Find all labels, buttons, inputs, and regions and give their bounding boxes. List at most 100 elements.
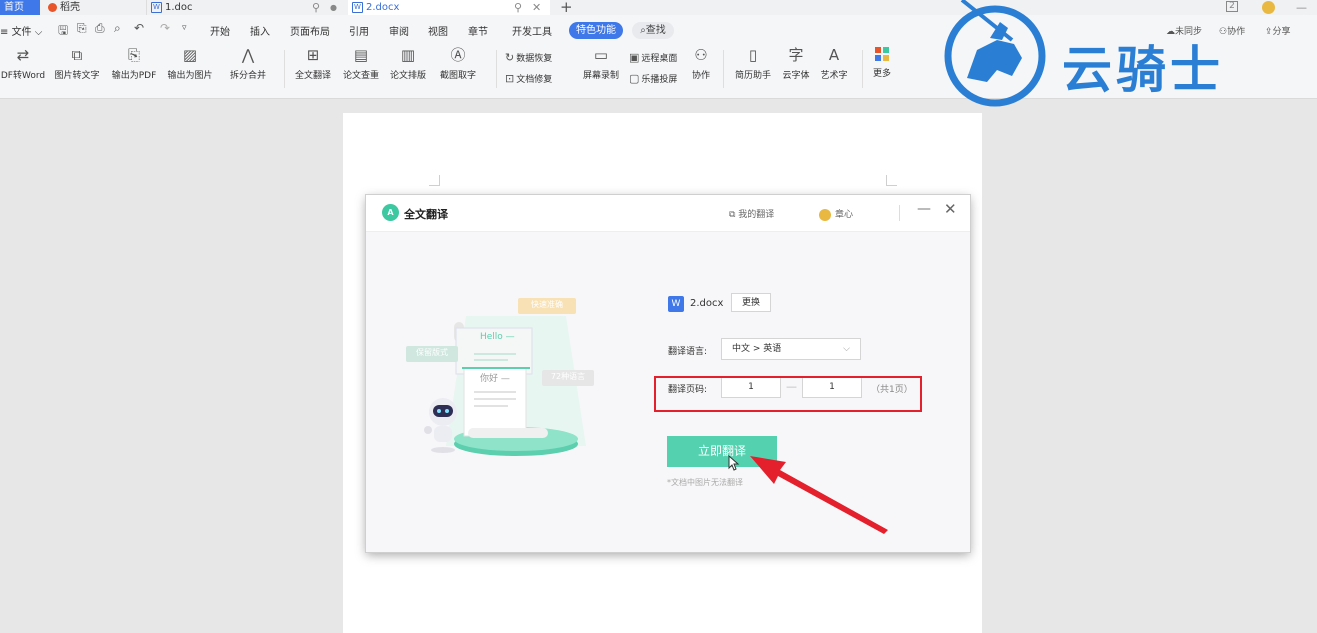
menu-chapter[interactable]: 章节: [468, 23, 488, 38]
paper-check-button[interactable]: ▤ 论文查重: [340, 46, 382, 81]
dialog-body: 快速准确 保留版式 72种语言 Hello — 你好 — W 2.docx 更换…: [366, 232, 970, 552]
cast-screen-label: 乐播投屏: [641, 75, 678, 85]
menu-review[interactable]: 审阅: [389, 23, 409, 38]
save-icon[interactable]: 🖫: [58, 21, 68, 42]
menu-start[interactable]: 开始: [210, 23, 230, 38]
watermark-text: 云骑士: [1062, 41, 1224, 99]
pdf-to-word-icon: ⇄: [16, 46, 30, 64]
cloud-font-button[interactable]: 字云字体: [780, 46, 812, 81]
screen-record-button[interactable]: ▭ 屏幕录制: [580, 46, 622, 81]
highlight-box: [654, 376, 922, 412]
user-account[interactable]: 章心: [819, 207, 853, 221]
image-to-text-button[interactable]: ⧉ 图片转文字: [52, 46, 102, 81]
avatar: [819, 208, 831, 221]
paper-layout-icon: ▥: [400, 46, 416, 64]
pdf-to-word-button[interactable]: ⇄ DF转Word: [0, 46, 46, 81]
customize-icon[interactable]: ▿: [182, 23, 187, 33]
full-translate-label: 全文翻译: [294, 71, 331, 81]
dialog-title: 全文翻译: [404, 208, 448, 221]
screen-record-label: 屏幕录制: [582, 71, 619, 81]
illustration-hello: Hello —: [480, 332, 515, 342]
badge-fast-accurate: 快速准确: [531, 300, 563, 309]
export-pdf-icon: ⎘: [127, 46, 140, 64]
collaborate-label: 协作: [691, 71, 710, 81]
tab-docer-label: 稻壳: [60, 2, 80, 13]
ribbon-separator: [496, 50, 497, 88]
menu-view[interactable]: 视图: [428, 23, 448, 38]
image-to-text-icon: ⧉: [71, 46, 83, 64]
art-text-icon: A: [828, 46, 840, 64]
resume-button[interactable]: ▯ 简历助手: [732, 46, 774, 81]
search-label: 查找: [645, 25, 666, 36]
menu-devtools[interactable]: 开发工具: [512, 23, 552, 38]
menu-layout[interactable]: 页面布局: [290, 23, 330, 38]
export-pdf-button[interactable]: ⎘ 输出为PDF: [109, 46, 159, 81]
file-menu[interactable]: ≡ 文件 ⌵: [0, 23, 42, 38]
cloud-font-icon: 字: [788, 46, 804, 64]
cast-icon: ▢: [629, 72, 640, 85]
paper-layout-button[interactable]: ▥ 论文排版: [387, 46, 429, 81]
my-translations-label: 我的翻译: [738, 210, 775, 220]
split-merge-button[interactable]: ⋀ 拆分合并: [222, 46, 274, 81]
tab-docer[interactable]: 稻壳: [44, 0, 144, 15]
tab-doc1-label: 1.doc: [165, 2, 193, 13]
ribbon-separator: [284, 50, 285, 88]
language-select[interactable]: 中文 > 英语 ⌵: [721, 338, 861, 360]
menu-reference[interactable]: 引用: [349, 23, 369, 38]
tab-special-features[interactable]: 特色功能: [569, 22, 623, 39]
page-corner-mark: [429, 175, 440, 186]
translate-logo-icon: A: [382, 204, 399, 221]
minimize-icon[interactable]: —: [917, 201, 931, 217]
remote-desktop-icon: ▣: [629, 51, 640, 64]
remote-desktop-button[interactable]: ▣ 远程桌面: [629, 51, 677, 64]
new-tab-button[interactable]: +: [560, 0, 573, 16]
data-recover-button[interactable]: ↻ 数据恢复: [505, 51, 552, 64]
tab-home[interactable]: 首页: [0, 0, 40, 15]
screenshot-ocr-button[interactable]: Ⓐ 截图取字: [434, 46, 482, 81]
export-icon[interactable]: ⎘: [77, 21, 87, 36]
change-file-button[interactable]: 更换: [731, 293, 771, 312]
paper-check-icon: ▤: [353, 46, 369, 64]
collaborate-button[interactable]: ⚇ 协作: [688, 46, 714, 81]
full-translate-button[interactable]: ⊞ 全文翻译: [292, 46, 334, 81]
translate-icon: ⊞: [306, 46, 320, 64]
export-image-button[interactable]: ▨ 输出为图片: [165, 46, 215, 81]
cast-screen-button[interactable]: ▢ 乐播投屏: [629, 72, 677, 85]
user-name: 章心: [835, 210, 854, 220]
screen-record-icon: ▭: [593, 46, 609, 64]
resume-icon: ▯: [748, 46, 758, 64]
doc-repair-button[interactable]: ⊡ 文档修复: [505, 72, 552, 85]
menu-insert[interactable]: 插入: [250, 23, 270, 38]
more-apps-icon: [875, 47, 889, 61]
export-image-icon: ▨: [182, 46, 198, 64]
paper-layout-label: 论文排版: [389, 71, 426, 81]
redo-icon[interactable]: ↷: [160, 21, 170, 35]
search-button[interactable]: ⌕查找: [632, 22, 674, 39]
print-icon[interactable]: ⎙: [95, 21, 105, 36]
translate-note: *文档中图片无法翻译: [667, 478, 743, 487]
ribbon-separator: [862, 50, 863, 88]
undo-icon[interactable]: ↶: [134, 21, 144, 35]
word-file-icon: W: [668, 296, 684, 312]
dialog-header: A 全文翻译 ⧉ 我的翻译 章心 — ✕: [366, 195, 970, 232]
pdf-to-word-label: DF转Word: [0, 71, 46, 81]
chevron-down-icon: ⌵: [843, 344, 850, 354]
export-pdf-label: 输出为PDF: [111, 71, 157, 81]
screenshot-ocr-icon: Ⓐ: [450, 46, 466, 64]
full-translate-dialog: A 全文翻译 ⧉ 我的翻译 章心 — ✕ 快速准确 保留版式 72种语言 Hel…: [366, 195, 970, 552]
export-image-label: 输出为图片: [167, 71, 213, 81]
my-translations-link[interactable]: ⧉ 我的翻译: [729, 207, 774, 220]
more-button[interactable]: 更多: [870, 46, 894, 79]
pin-icon[interactable]: ⚲: [514, 0, 522, 15]
paper-check-label: 论文查重: [342, 71, 379, 81]
badge-keep-format: 保留版式: [416, 348, 448, 357]
close-icon[interactable]: ✕: [944, 200, 957, 218]
pin-icon[interactable]: ⚲: [312, 0, 320, 15]
file-name: 2.docx: [690, 298, 724, 309]
translate-now-button[interactable]: 立即翻译: [667, 436, 777, 467]
art-text-button[interactable]: A 艺术字: [818, 46, 850, 81]
file-menu-label: 文件: [11, 27, 32, 38]
close-tab-icon[interactable]: ✕: [532, 0, 541, 15]
print-preview-icon[interactable]: ⌕: [114, 21, 121, 36]
more-label: 更多: [872, 69, 891, 79]
